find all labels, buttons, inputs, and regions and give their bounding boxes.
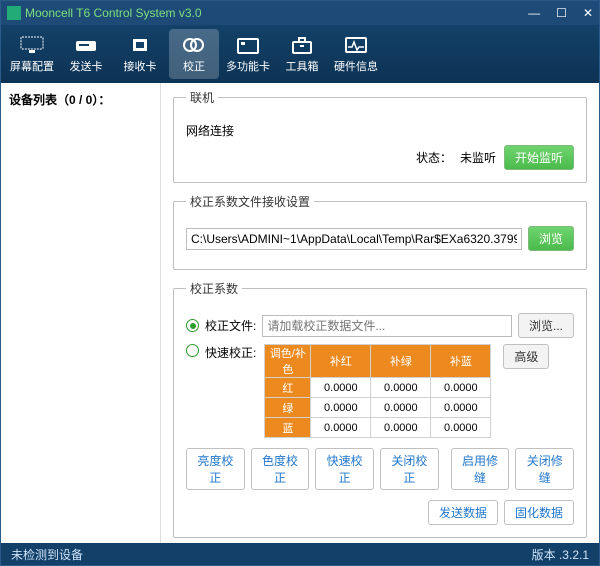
close-seamfix-button[interactable]: 关闭修缝 [515,448,574,490]
status-label: 状态： [416,149,452,166]
maximize-button[interactable]: ☐ [556,6,567,20]
quick-calib-table: 调色/补色 补红 补绿 补蓝 红0.00000.00000.0000 绿0.00… [264,344,491,438]
calib-file-browse-button[interactable]: 浏览... [518,313,574,338]
connect-fieldset: 联机 网络连接 状态： 未监听 开始监听 [173,89,587,183]
chroma-calib-button[interactable]: 色度校正 [251,448,310,490]
tab-sender-card[interactable]: 发送卡 [61,29,111,79]
device-list-header: 设备列表（0 / 0）： [9,91,152,108]
title-bar: Mooncell T6 Control System v3.0 — ☐ ✕ [1,1,599,25]
network-connection-label: 网络连接 [186,122,234,139]
table-row: 绿0.00000.00000.0000 [265,398,491,418]
calib-file-label: 校正文件: [205,317,256,334]
recv-legend: 校正系数文件接收设置 [186,193,314,210]
close-button[interactable]: ✕ [583,6,593,20]
tab-toolbox[interactable]: 工具箱 [277,29,327,79]
solidify-data-button[interactable]: 固化数据 [504,500,574,525]
quick-calib-button[interactable]: 快速校正 [315,448,374,490]
tab-hardware-info[interactable]: 硬件信息 [331,29,381,79]
monitor-icon [19,34,45,56]
pulse-icon [343,34,369,56]
col-head-2: 补绿 [371,345,431,378]
app-logo-icon [7,6,21,20]
file-mode-radio[interactable] [186,319,199,332]
drive-icon [73,34,99,56]
minimize-button[interactable]: — [528,6,540,20]
window-title: Mooncell T6 Control System v3.0 [25,6,528,20]
send-data-button[interactable]: 发送数据 [428,500,498,525]
col-head-1: 补红 [311,345,371,378]
toolbox-icon [289,34,315,56]
enable-seamfix-button[interactable]: 启用修缝 [451,448,510,490]
footer-status: 未检测到设备 [11,546,83,563]
chip-icon [127,34,153,56]
calib-file-input[interactable] [262,315,512,337]
calibration-icon [181,34,207,56]
tab-screen-config[interactable]: 屏幕配置 [7,29,57,79]
start-listen-button[interactable]: 开始监听 [504,145,574,170]
brightness-calib-button[interactable]: 亮度校正 [186,448,245,490]
tab-receiver-card[interactable]: 接收卡 [115,29,165,79]
main-toolbar: 屏幕配置 发送卡 接收卡 校正 多功能卡 工具箱 硬件信息 [1,25,599,83]
quick-mode-radio[interactable] [186,344,199,357]
device-sidebar: 设备列表（0 / 0）： [1,83,161,543]
close-calib-button[interactable]: 关闭校正 [380,448,439,490]
card-icon [235,34,261,56]
col-head-3: 补蓝 [431,345,491,378]
main-panel: 联机 网络连接 状态： 未监听 开始监听 校正系数文件接收设置 浏览 校正系数 … [161,83,599,543]
advanced-button[interactable]: 高级 [503,344,549,369]
recv-fieldset: 校正系数文件接收设置 浏览 [173,193,587,270]
quick-calib-label: 快速校正: [205,344,256,361]
recv-browse-button[interactable]: 浏览 [528,226,574,251]
tab-calibration[interactable]: 校正 [169,29,219,79]
footer-version: 版本 .3.2.1 [532,546,589,563]
table-row: 蓝0.00000.00000.0000 [265,418,491,438]
tab-multifunction-card[interactable]: 多功能卡 [223,29,273,79]
table-row: 红0.00000.00000.0000 [265,378,491,398]
coef-fieldset: 校正系数 校正文件: 浏览... 快速校正: 调色/补色 补红 补绿 补蓝 [173,280,587,538]
coef-legend: 校正系数 [186,280,242,297]
connect-legend: 联机 [186,89,218,106]
col-head-0: 调色/补色 [265,345,311,378]
status-value: 未监听 [460,149,496,166]
status-bar: 未检测到设备 版本 .3.2.1 [1,543,599,565]
recv-path-input[interactable] [186,228,522,250]
